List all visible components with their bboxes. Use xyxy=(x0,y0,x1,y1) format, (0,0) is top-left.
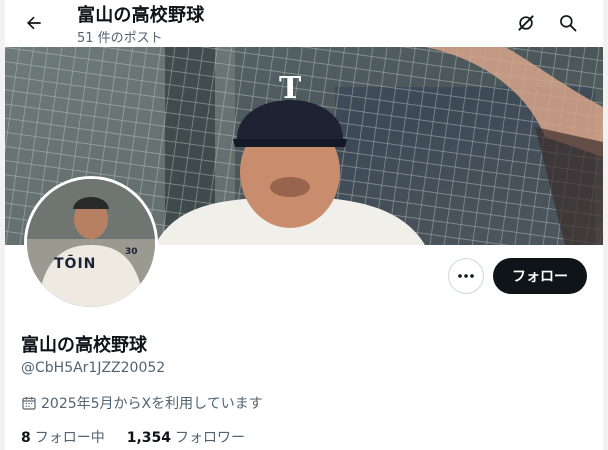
grok-icon xyxy=(518,15,534,31)
search-icon xyxy=(560,15,577,32)
follow-button[interactable]: フォロー xyxy=(493,258,587,294)
grok-button[interactable] xyxy=(511,8,541,38)
search-button[interactable] xyxy=(553,8,583,38)
top-bar: 富山の高校野球 51 件のポスト xyxy=(5,0,603,47)
joined-date: 2025年5月からXを利用しています xyxy=(21,393,263,413)
following-link[interactable]: 8 フォロー中 xyxy=(21,427,105,447)
follow-stats: 8 フォロー中 1,354 フォロワー xyxy=(21,427,245,447)
followers-link[interactable]: 1,354 フォロワー xyxy=(127,427,245,447)
frame-right xyxy=(603,0,608,450)
jersey-text: TŌIN xyxy=(54,256,97,272)
more-dots-icon xyxy=(458,274,474,278)
cap-logo: T xyxy=(279,71,302,106)
profile-handle: @CbH5Ar1JZZ20052 xyxy=(21,360,166,376)
calendar-icon xyxy=(22,397,36,410)
profile-avatar[interactable]: TŌIN 30 xyxy=(24,176,158,310)
more-button[interactable] xyxy=(448,258,484,294)
avatar-photo: TŌIN 30 xyxy=(27,179,155,307)
avatar-image xyxy=(27,179,155,307)
joined-text: 2025年5月からXを利用しています xyxy=(41,396,263,412)
jersey-number: 30 xyxy=(125,247,138,257)
followers-count: 1,354 xyxy=(126,430,172,446)
back-button[interactable] xyxy=(19,8,49,38)
post-count: 51 件のポスト xyxy=(77,31,163,46)
following-label: フォロー中 xyxy=(34,430,105,446)
profile-name: 富山の高校野球 xyxy=(21,335,147,356)
page-title: 富山の高校野球 xyxy=(77,5,205,26)
followers-label: フォロワー xyxy=(175,430,246,446)
following-count: 8 xyxy=(21,430,31,446)
arrow-left-icon xyxy=(27,16,41,30)
